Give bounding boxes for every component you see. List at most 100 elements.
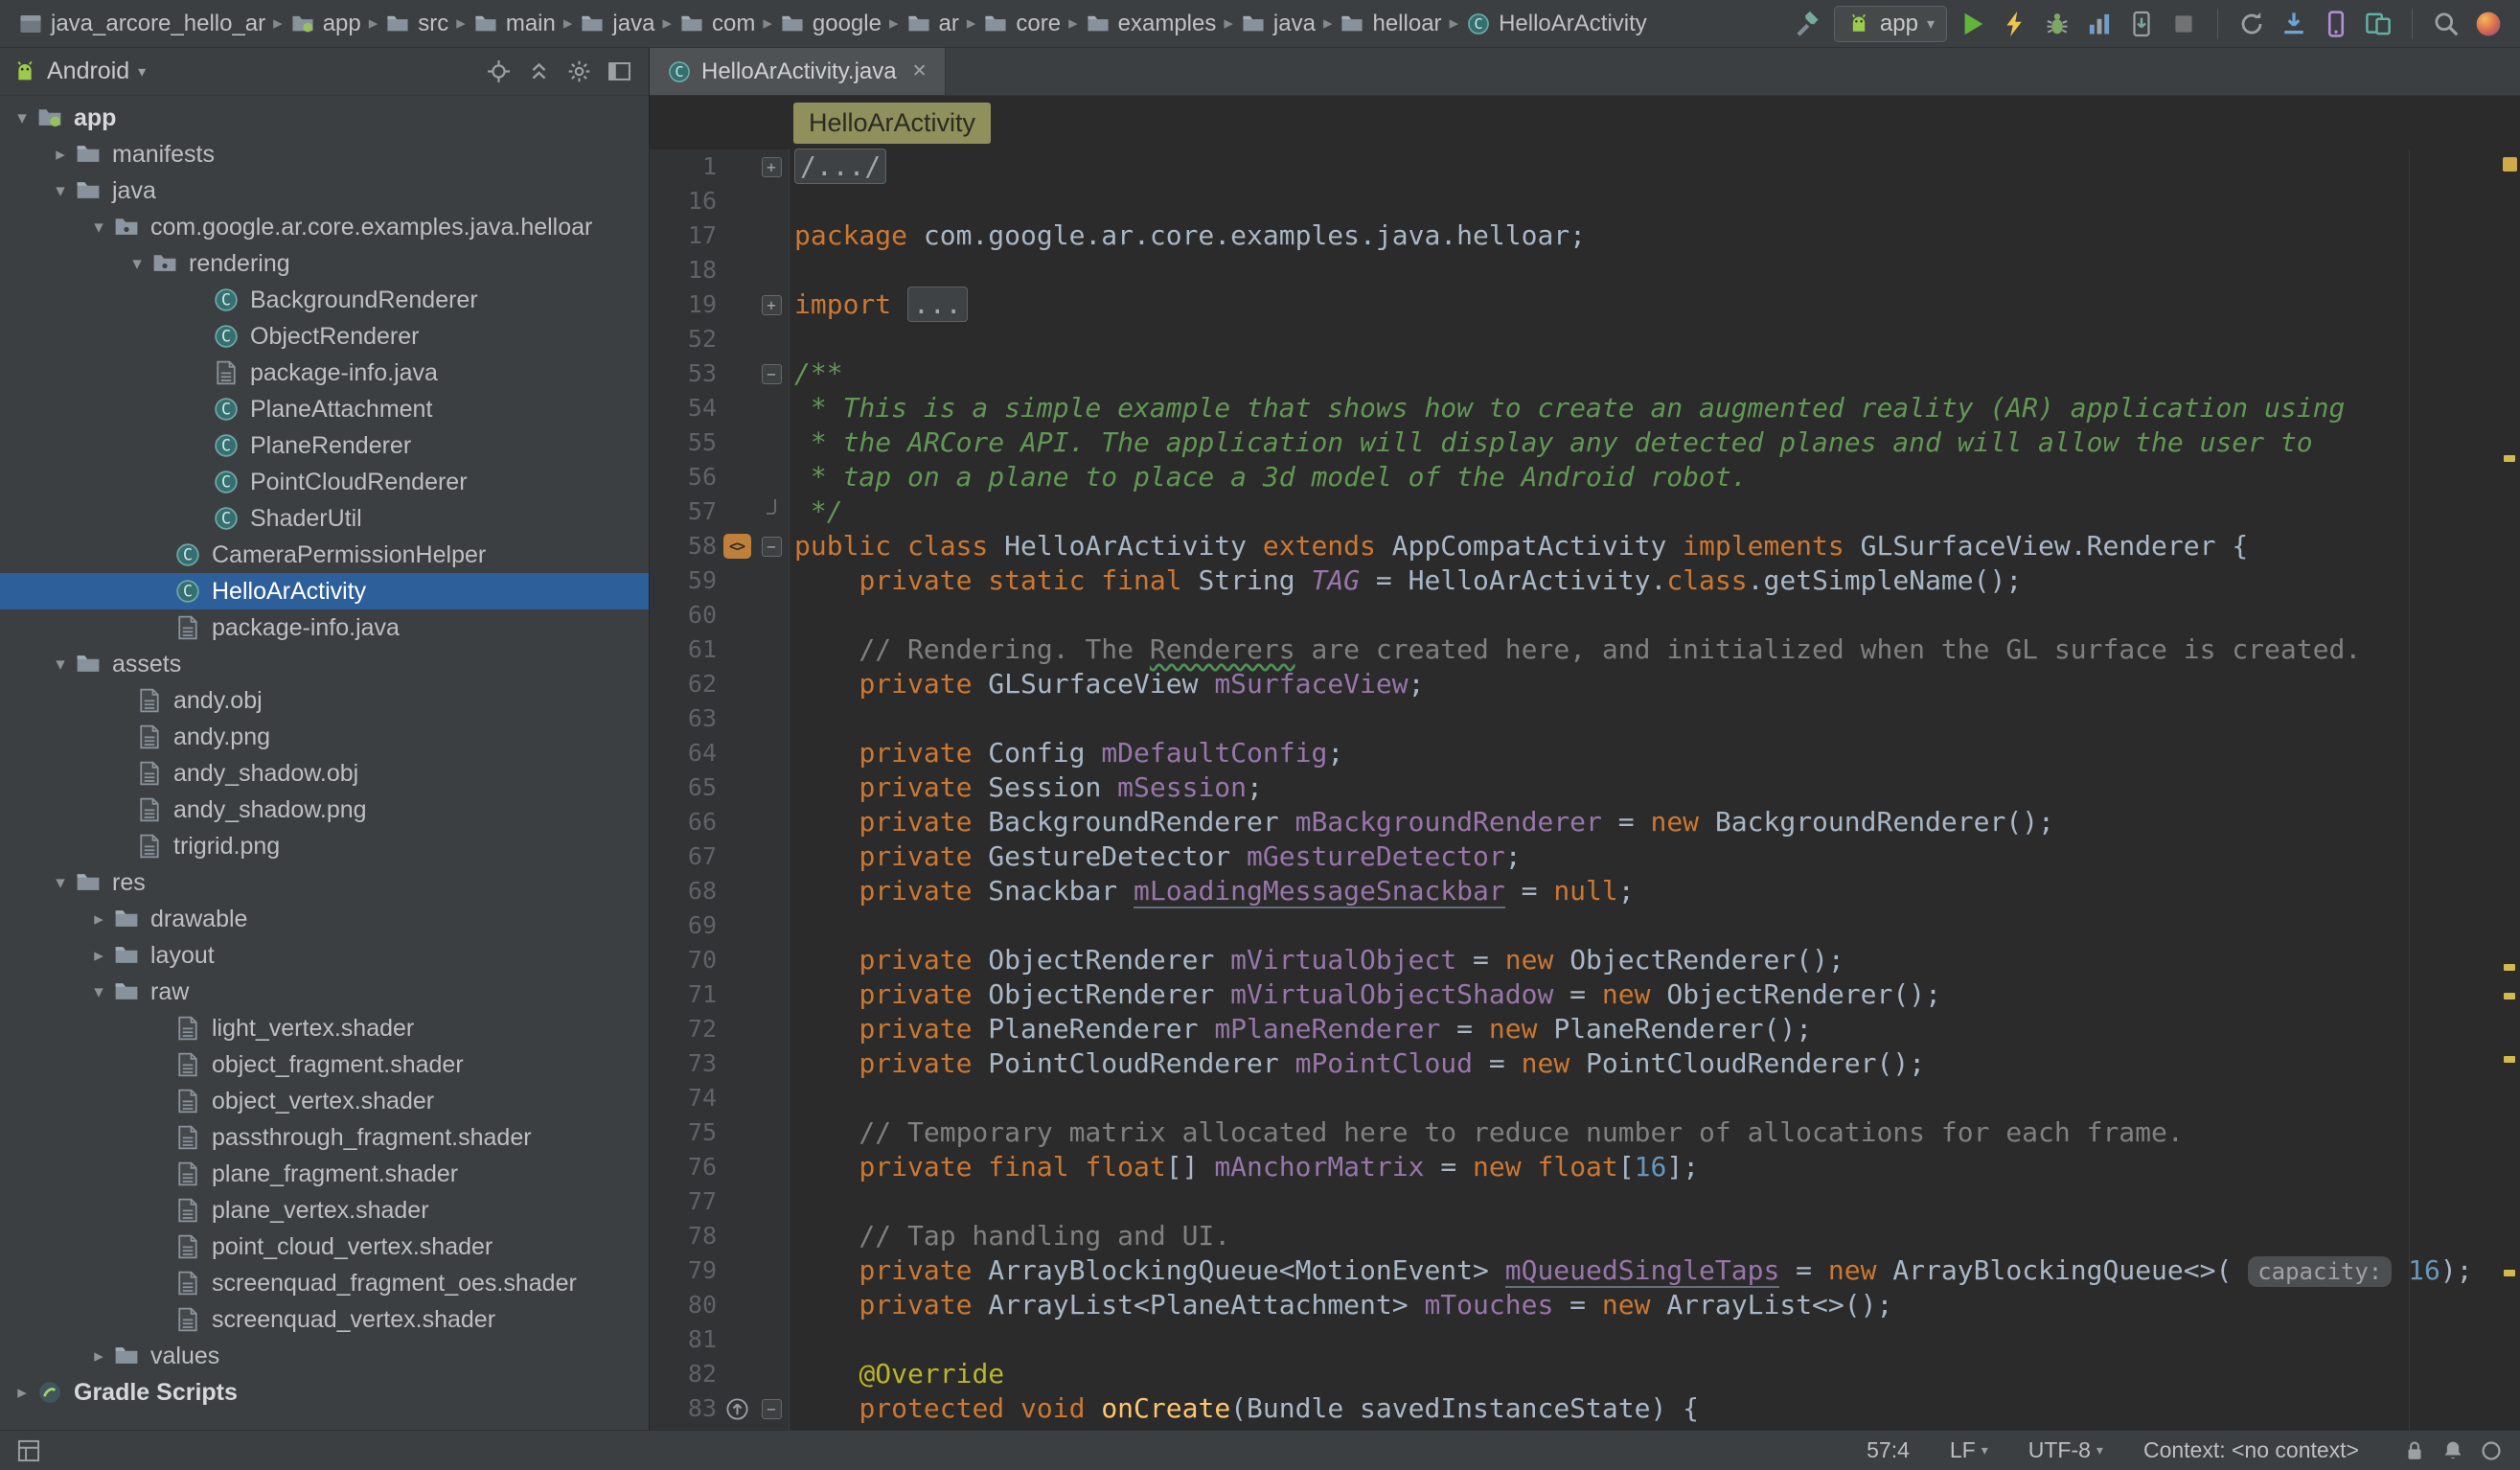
settings-gear-icon[interactable] [561, 54, 597, 90]
code-line-80[interactable]: 80 private ArrayList<PlaneAttachment> mT… [650, 1288, 2520, 1322]
breadcrumb-item-main[interactable]: main [469, 8, 561, 40]
context-indicator[interactable]: Context: <no context> [2143, 1437, 2359, 1463]
breadcrumb-item-HelloArActivity[interactable]: CHelloArActivity [1461, 8, 1652, 40]
debug-icon[interactable] [2039, 6, 2075, 42]
breadcrumb-item-app[interactable]: app [286, 8, 366, 40]
tree-collapsed-arrow[interactable]: ▸ [8, 1382, 36, 1404]
run-icon[interactable] [1955, 6, 1991, 42]
tree-collapsed-arrow[interactable]: ▸ [84, 1345, 113, 1367]
code-line-74[interactable]: 74 [650, 1081, 2520, 1115]
tree-item-ObjectRenderer[interactable]: CObjectRenderer [0, 318, 649, 355]
code-line-75[interactable]: 75 // Temporary matrix allocated here to… [650, 1115, 2520, 1150]
code-line-62[interactable]: 62 private GLSurfaceView mSurfaceView; [650, 667, 2520, 701]
fold-marker-minus[interactable]: − [757, 364, 786, 384]
stop-icon[interactable] [2165, 6, 2202, 42]
avatar-icon[interactable] [2470, 6, 2507, 42]
code-line-57[interactable]: 57 */ [650, 494, 2520, 529]
tree-item-rendering[interactable]: ▾rendering [0, 245, 649, 282]
tree-collapsed-arrow[interactable]: ▸ [84, 908, 113, 930]
tree-expanded-arrow[interactable]: ▾ [46, 180, 75, 202]
code-line-68[interactable]: 68 private Snackbar mLoadingMessageSnack… [650, 874, 2520, 908]
code-line-1[interactable]: 1+/.../ [650, 149, 2520, 184]
code-line-66[interactable]: 66 private BackgroundRenderer mBackgroun… [650, 805, 2520, 839]
code-line-19[interactable]: 19+import ... [650, 287, 2520, 322]
code-line-63[interactable]: 63 [650, 701, 2520, 736]
warning-stripe-mark[interactable] [2504, 964, 2515, 971]
tree-item-andy_shadow.png[interactable]: andy_shadow.png [0, 792, 649, 828]
attach-debugger-icon[interactable] [2123, 6, 2160, 42]
tree-item-passthrough_fragment.shader[interactable]: passthrough_fragment.shader [0, 1119, 649, 1156]
fold-marker-plus[interactable]: + [757, 157, 786, 177]
build-hammer-icon[interactable] [1790, 6, 1826, 42]
tree-item-andy.obj[interactable]: andy.obj [0, 682, 649, 719]
code-line-70[interactable]: 70 private ObjectRenderer mVirtualObject… [650, 943, 2520, 977]
code-line-81[interactable]: 81 [650, 1322, 2520, 1357]
circle-icon[interactable] [2476, 1436, 2507, 1466]
code-line-61[interactable]: 61 // Rendering. The Renderers are creat… [650, 632, 2520, 667]
breadcrumb-item-java[interactable]: java [1236, 8, 1320, 40]
code-line-77[interactable]: 77 [650, 1184, 2520, 1219]
fold-marker-end[interactable] [757, 509, 786, 515]
tree-item-res[interactable]: ▾res [0, 864, 649, 901]
tree-item-CameraPermissionHelper[interactable]: CCameraPermissionHelper [0, 537, 649, 573]
error-stripe[interactable] [2499, 149, 2520, 1430]
tree-item-ShaderUtil[interactable]: CShaderUtil [0, 500, 649, 537]
breadcrumb-item-java[interactable]: java [575, 8, 659, 40]
fold-marker-minus[interactable]: − [757, 537, 786, 557]
breadcrumb-item-com[interactable]: com [675, 8, 760, 40]
related-symbol-gutter-icon[interactable]: <> [717, 534, 757, 559]
gradle-sync-icon[interactable] [2234, 6, 2270, 42]
code-line-54[interactable]: 54 * This is a simple example that shows… [650, 391, 2520, 425]
toolwindow-switcher-icon[interactable] [13, 1436, 44, 1466]
warning-stripe-mark[interactable] [2504, 1056, 2515, 1063]
code-line-73[interactable]: 73 private PointCloudRenderer mPointClou… [650, 1046, 2520, 1081]
line-separator-indicator[interactable]: LF ▾ [1950, 1437, 1988, 1463]
code-line-83[interactable]: 83− protected void onCreate(Bundle saved… [650, 1391, 2520, 1426]
run-config-select[interactable]: app ▾ [1834, 6, 1947, 42]
code-line-64[interactable]: 64 private Config mDefaultConfig; [650, 736, 2520, 770]
code-line-59[interactable]: 59 private static final String TAG = Hel… [650, 563, 2520, 598]
breadcrumb-item-examples[interactable]: examples [1081, 8, 1222, 40]
warning-stripe-mark[interactable] [2504, 1270, 2515, 1276]
tree-item-trigrid.png[interactable]: trigrid.png [0, 828, 649, 864]
tree-item-BackgroundRenderer[interactable]: CBackgroundRenderer [0, 282, 649, 318]
breadcrumb-item-helloar[interactable]: helloar [1335, 8, 1446, 40]
fold-marker-minus[interactable]: − [757, 1399, 786, 1419]
hide-panel-icon[interactable] [601, 54, 637, 90]
code-line-72[interactable]: 72 private PlaneRenderer mPlaneRenderer … [650, 1012, 2520, 1046]
code-line-69[interactable]: 69 [650, 908, 2520, 943]
tree-item-package-info.java[interactable]: package-info.java [0, 355, 649, 391]
editor-tab-helloaractivity[interactable]: C HelloArActivity.java ✕ [650, 48, 946, 95]
breadcrumb-item-core[interactable]: core [978, 8, 1065, 40]
tree-item-drawable[interactable]: ▸drawable [0, 901, 649, 937]
breadcrumb-current-element[interactable]: HelloArActivity [793, 103, 991, 144]
tree-expanded-arrow[interactable]: ▾ [8, 107, 36, 129]
tree-item-app[interactable]: ▾app [0, 100, 649, 136]
tree-item-layout[interactable]: ▸layout [0, 937, 649, 974]
tree-item-light_vertex.shader[interactable]: light_vertex.shader [0, 1010, 649, 1046]
tree-item-manifests[interactable]: ▸manifests [0, 136, 649, 172]
code-line-18[interactable]: 18 [650, 253, 2520, 287]
tree-item-raw[interactable]: ▾raw [0, 974, 649, 1010]
tree-item-plane_fragment.shader[interactable]: plane_fragment.shader [0, 1156, 649, 1192]
code-line-60[interactable]: 60 [650, 598, 2520, 632]
tree-item-point_cloud_vertex.shader[interactable]: point_cloud_vertex.shader [0, 1229, 649, 1265]
tree-item-Gradle Scripts[interactable]: ▸Gradle Scripts [0, 1374, 649, 1411]
tree-expanded-arrow[interactable]: ▾ [46, 654, 75, 676]
tree-item-andy_shadow.obj[interactable]: andy_shadow.obj [0, 755, 649, 792]
tree-expanded-arrow[interactable]: ▾ [84, 981, 113, 1003]
warning-stripe-mark[interactable] [2504, 455, 2515, 462]
file-status-marker[interactable] [2503, 157, 2517, 172]
layout-inspector-icon[interactable] [2360, 6, 2396, 42]
tree-item-values[interactable]: ▸values [0, 1338, 649, 1374]
bell-icon[interactable] [2438, 1436, 2468, 1466]
collapse-all-icon[interactable] [520, 54, 557, 90]
code-line-53[interactable]: 53−/** [650, 356, 2520, 391]
code-line-56[interactable]: 56 * tap on a plane to place a 3d model … [650, 460, 2520, 494]
code-line-58[interactable]: 58<>−public class HelloArActivity extend… [650, 529, 2520, 563]
tree-item-HelloArActivity[interactable]: CHelloArActivity [0, 573, 649, 609]
breadcrumb-item-java_arcore_hello_ar[interactable]: java_arcore_hello_ar [13, 8, 270, 40]
sdk-manager-icon[interactable] [2276, 6, 2312, 42]
breadcrumb-item-ar[interactable]: ar [902, 8, 964, 40]
tree-item-andy.png[interactable]: andy.png [0, 719, 649, 755]
